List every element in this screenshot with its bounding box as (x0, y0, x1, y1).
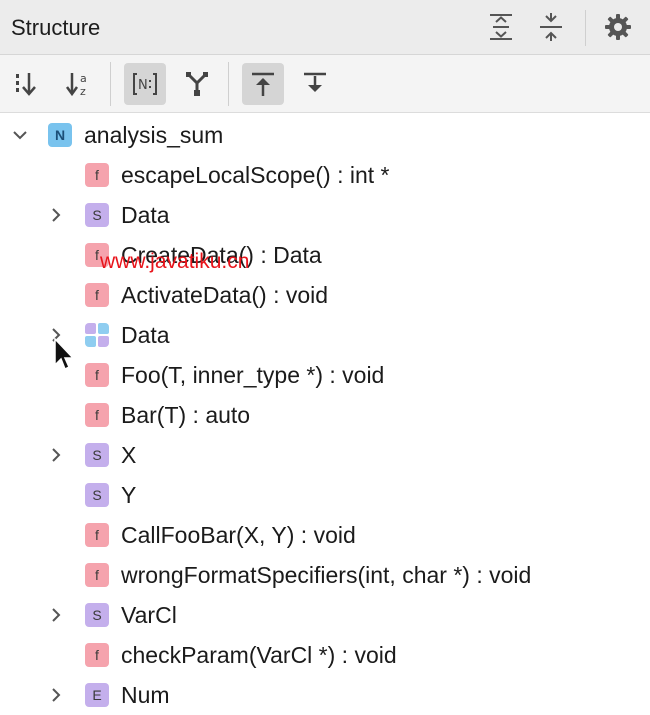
namespace-badge: N (48, 123, 72, 147)
tree-item-label: checkParam(VarCl *) : void (121, 642, 397, 668)
tree-root-namespace[interactable]: N analysis_sum (0, 115, 650, 155)
function-badge: f (85, 523, 109, 547)
tree-item-label: Bar(T) : auto (121, 402, 251, 428)
struct-badge: S (85, 603, 109, 627)
show-namespaces-icon: N (133, 73, 157, 95)
mouse-cursor-icon (54, 338, 75, 371)
svg-text:a: a (80, 72, 87, 85)
tree-item-label: escapeLocalScope() : int * (121, 162, 390, 188)
tree-item-function[interactable]: f CallFooBar(X, Y) : void (0, 515, 650, 555)
toolbar-divider (110, 62, 111, 106)
autoscroll-to-source-icon (252, 72, 274, 96)
tree-item-label: ActivateData() : void (121, 282, 329, 308)
tree-item-label: Foo(T, inner_type *) : void (121, 362, 385, 388)
collapse-all-button[interactable] (536, 12, 566, 42)
tree-item-label: Num (121, 682, 170, 708)
sort-by-visibility-button[interactable] (6, 63, 48, 105)
sort-alphabetically-button[interactable]: a z (58, 63, 100, 105)
tree-item-label: wrongFormatSpecifiers(int, char *) : voi… (121, 562, 532, 588)
tree-item-function[interactable]: f checkParam(VarCl *) : void (0, 635, 650, 675)
chevron-right-icon[interactable] (48, 207, 64, 223)
tree-item-struct[interactable]: S Data (0, 195, 650, 235)
tree-item-function[interactable]: f ActivateData() : void (0, 275, 650, 315)
enum-badge: E (85, 683, 109, 707)
union-icon (85, 323, 109, 347)
tree-item-function[interactable]: f Bar(T) : auto (0, 395, 650, 435)
function-badge: f (85, 363, 109, 387)
tree-item-struct[interactable]: S X (0, 435, 650, 475)
tree-item-label: CreateData() : Data (121, 242, 322, 268)
tree-item-union[interactable]: Data (0, 315, 650, 355)
show-namespaces-button[interactable]: N (124, 63, 166, 105)
header-divider (585, 10, 586, 46)
tree-item-label: X (121, 442, 137, 468)
tree-item-function[interactable]: f escapeLocalScope() : int * (0, 155, 650, 195)
expand-all-button[interactable] (486, 12, 516, 42)
function-badge: f (85, 563, 109, 587)
tree-item-label: VarCl (121, 602, 177, 628)
tree-item-function[interactable]: f wrongFormatSpecifiers(int, char *) : v… (0, 555, 650, 595)
tree-item-label: Data (121, 202, 170, 228)
group-merge-icon (186, 72, 208, 96)
struct-badge: S (85, 443, 109, 467)
collapse-all-icon (540, 13, 562, 41)
svg-text:N: N (138, 78, 148, 93)
function-badge: f (85, 643, 109, 667)
chevron-right-icon[interactable] (48, 607, 64, 623)
autoscroll-from-source-icon (304, 72, 326, 92)
settings-button[interactable] (603, 12, 633, 42)
chevron-down-icon[interactable] (12, 127, 28, 143)
tree-item-label: Y (121, 482, 137, 508)
structure-toolbar: a z N (0, 55, 650, 113)
autoscroll-from-source-button[interactable] (294, 63, 336, 105)
tree-item-label: analysis_sum (84, 122, 224, 148)
svg-text:z: z (80, 85, 86, 98)
group-merge-button[interactable] (176, 63, 218, 105)
toolbar-divider (228, 62, 229, 106)
autoscroll-to-source-button[interactable] (242, 63, 284, 105)
tree-item-label: CallFooBar(X, Y) : void (121, 522, 356, 548)
tree-item-struct[interactable]: S VarCl (0, 595, 650, 635)
panel-title: Structure (11, 15, 101, 40)
tree-item-label: Data (121, 322, 170, 348)
struct-badge: S (85, 203, 109, 227)
chevron-right-icon[interactable] (48, 687, 64, 703)
struct-badge: S (85, 483, 109, 507)
chevron-right-icon[interactable] (48, 447, 64, 463)
tree-item-function[interactable]: f Foo(T, inner_type *) : void (0, 355, 650, 395)
function-badge: f (85, 403, 109, 427)
function-badge: f (85, 163, 109, 187)
function-badge: f (85, 283, 109, 307)
structure-header: Structure (0, 0, 650, 55)
sort-by-visibility-icon (16, 73, 36, 96)
expand-all-icon (490, 14, 512, 40)
tree-item-enum[interactable]: E Num (0, 675, 650, 715)
tree-item-function[interactable]: f CreateData() : Data (0, 235, 650, 275)
function-badge: f (85, 243, 109, 267)
gear-icon (605, 14, 631, 40)
tree-item-struct[interactable]: S Y (0, 475, 650, 515)
sort-alphabetically-icon: a z (65, 72, 87, 98)
